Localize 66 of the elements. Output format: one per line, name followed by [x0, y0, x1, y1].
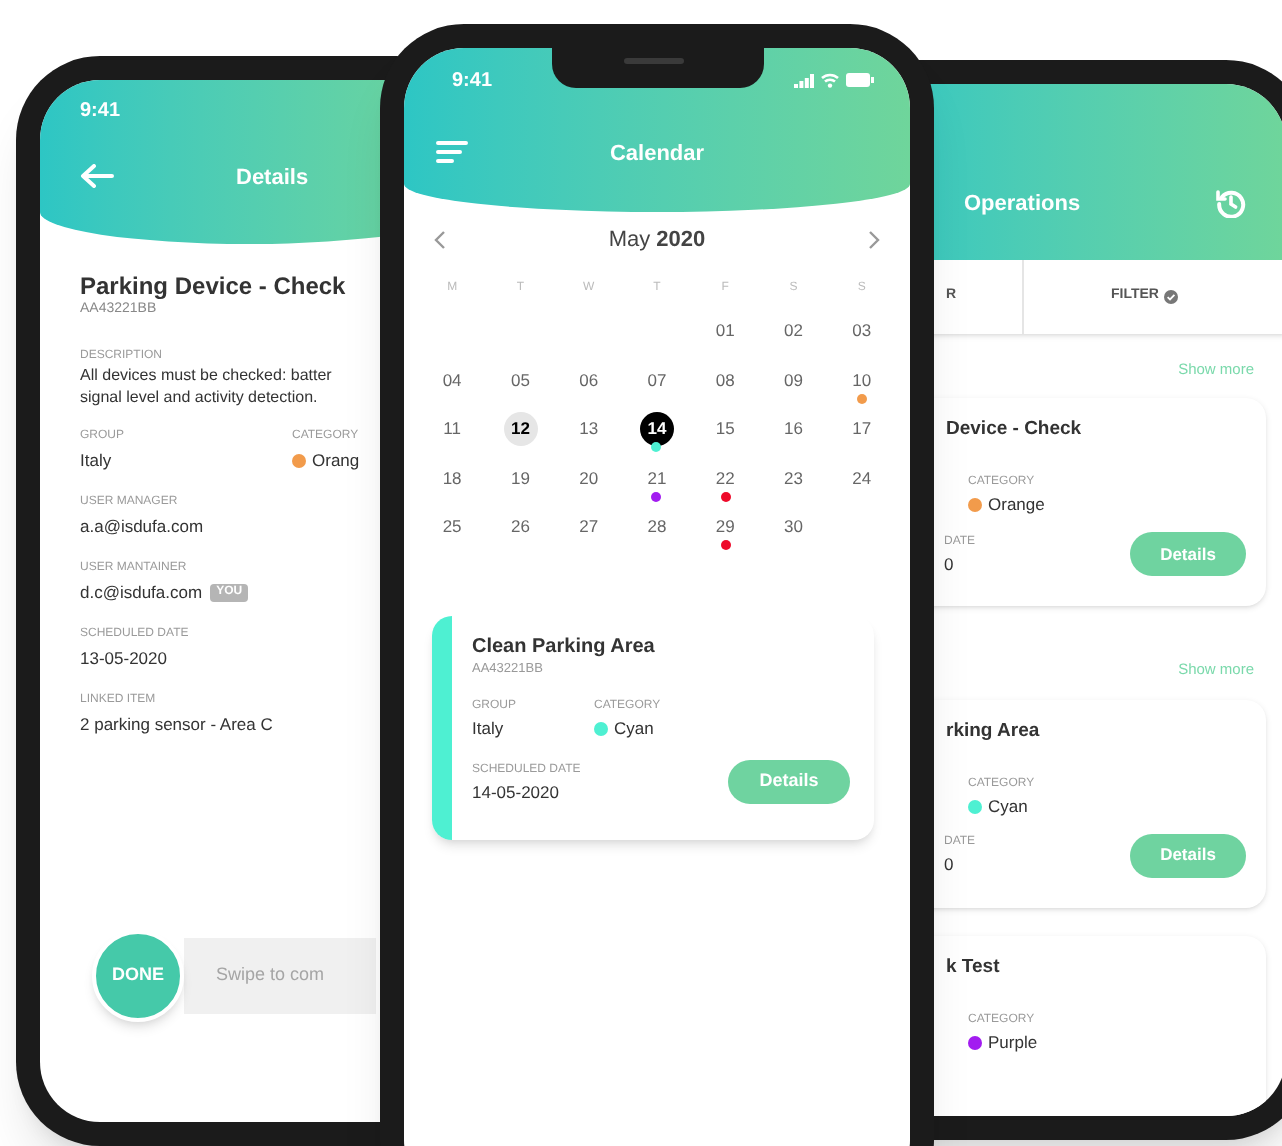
battery-icon [846, 72, 874, 88]
calendar-day[interactable]: 08 [708, 363, 743, 397]
calendar-day[interactable]: 28 [639, 510, 674, 544]
calendar-day[interactable]: 19 [503, 461, 538, 495]
card-title: k Test [944, 955, 1002, 979]
calendar-day[interactable]: 25 [435, 510, 470, 544]
item-title: Parking Device - Check [80, 272, 346, 300]
field-value: Cyan [614, 717, 654, 739]
calendar-day[interactable]: 27 [571, 510, 606, 544]
menu-icon[interactable] [436, 140, 468, 164]
description-text: All devices must be checked: batter [80, 364, 332, 386]
screen-title: Calendar [607, 140, 707, 170]
card-title: Clean Parking Area [472, 635, 657, 659]
calendar-day[interactable]: 14 [639, 412, 674, 446]
calendar-day[interactable]: 23 [776, 461, 811, 495]
calendar-day[interactable]: 15 [708, 412, 743, 446]
check-circle-icon [1164, 290, 1179, 304]
wifi-icon [820, 72, 840, 88]
field-value: 2 parking sensor - Area C [80, 714, 273, 736]
calendar-day[interactable]: 06 [571, 363, 606, 397]
calendar-day[interactable]: 01 [708, 314, 743, 348]
screen-title: Operations [964, 190, 1081, 220]
field-value: Orang [312, 450, 360, 472]
field-value: 0 [944, 854, 956, 876]
calendar-day[interactable]: 22 [708, 461, 743, 495]
calendar-day[interactable]: 21 [639, 461, 674, 495]
calendar-day[interactable]: 03 [844, 314, 879, 348]
calendar-day[interactable]: 26 [503, 510, 538, 544]
calendar-day[interactable]: 12 [503, 412, 538, 446]
field-value: d.c@isdufa.com [80, 582, 203, 604]
signal-icon [794, 74, 814, 88]
field-value: 14-05-2020 [472, 781, 561, 803]
calendar-day[interactable]: 13 [571, 412, 606, 446]
calendar-day[interactable]: 11 [435, 412, 470, 446]
field-value: Purple [988, 1031, 1038, 1053]
calendar-day[interactable]: 07 [639, 363, 674, 397]
status-time: 9:41 [80, 98, 121, 126]
field-value: Orange [988, 494, 1045, 517]
status-time: 9:41 [452, 68, 493, 96]
calendar-day[interactable]: 02 [776, 314, 811, 348]
calendar-day[interactable]: 24 [844, 461, 879, 495]
chevron-right-icon[interactable] [867, 230, 880, 250]
calendar-day[interactable]: 30 [776, 510, 811, 544]
field-value: Italy [472, 717, 506, 739]
calendar-day[interactable]: 16 [776, 412, 811, 446]
field-value: 13-05-2020 [80, 648, 167, 670]
calendar-day[interactable]: 17 [844, 412, 879, 446]
calendar-day[interactable]: 10 [844, 363, 879, 397]
back-arrow-icon[interactable] [80, 164, 114, 188]
description-text: signal level and activity detection. [80, 386, 318, 408]
field-value: a.a@isdufa.com [80, 516, 204, 538]
field-value: Italy [80, 450, 114, 472]
calendar-day[interactable]: 05 [503, 363, 538, 397]
history-icon[interactable] [1216, 188, 1246, 218]
calendar-day[interactable]: 20 [571, 461, 606, 495]
calendar-day[interactable]: 09 [776, 363, 811, 397]
chevron-left-icon[interactable] [434, 230, 446, 250]
field-value: Cyan [988, 795, 1028, 817]
calendar-day[interactable]: 29 [708, 510, 743, 544]
card-title: rking Area [944, 719, 1042, 743]
calendar-day[interactable]: 04 [435, 363, 470, 397]
screen-title: Details [236, 164, 309, 194]
card-title: Device - Check [944, 418, 1084, 443]
field-value: 0 [944, 553, 956, 576]
calendar-day[interactable]: 18 [435, 461, 470, 495]
month-title: May 2020 [608, 225, 706, 256]
